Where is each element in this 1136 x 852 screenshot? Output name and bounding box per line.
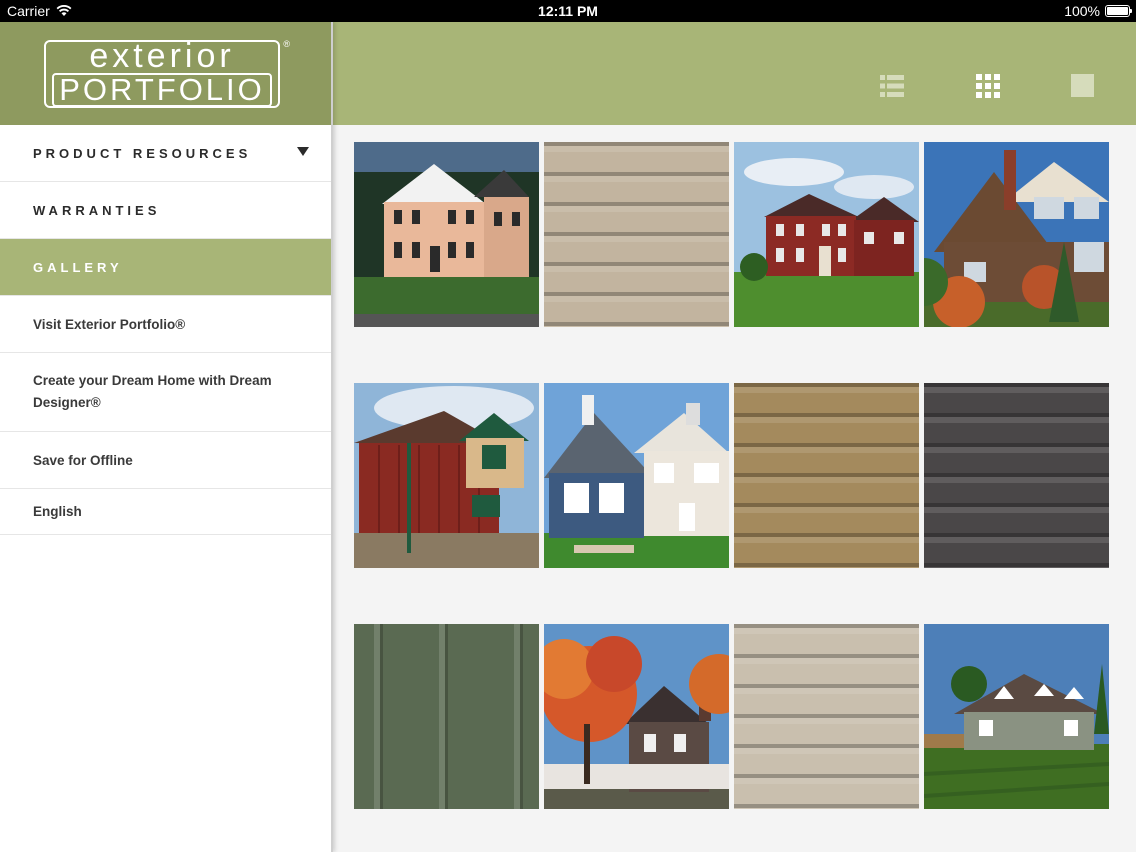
clock: 12:11 PM [538,3,598,19]
menu-warranties[interactable]: WARRANTIES [0,182,331,239]
caret-down-icon [297,147,309,156]
menu-gallery[interactable]: GALLERY [0,239,331,296]
gallery-tile-tan-siding[interactable] [734,383,919,568]
colonial-peach-house-image [354,142,539,327]
menu-product-resources-label: PRODUCT RESOURCES [33,145,252,161]
tan-siding-image [734,383,919,568]
gallery-tile-colonial-peach-house[interactable] [354,142,539,327]
menu-language[interactable]: English [0,489,331,535]
single-view-icon [1071,74,1094,97]
gallery-tile-beige-siding[interactable] [544,142,729,327]
single-view-button[interactable] [1071,74,1095,98]
gallery-tile-autumn-victorian-house[interactable] [544,624,729,809]
battery-icon [1105,5,1132,17]
menu-visit-label: Visit Exterior Portfolio® [33,316,186,332]
menu-save-offline[interactable]: Save for Offline [0,432,331,489]
sidebar-menu: ® exterior PORTFOLIO PRODUCT RESOURCES W… [0,22,333,852]
grid-view-button[interactable] [976,74,1000,98]
light-beige-siding-image [734,624,919,809]
status-bar: Carrier 12:11 PM 100% [0,0,1136,22]
gallery-tile-green-board-batten[interactable] [354,624,539,809]
menu-offline-label: Save for Offline [33,452,133,468]
menu-dream-designer[interactable]: Create your Dream Home with Dream Design… [0,353,331,432]
menu-warranties-label: WARRANTIES [33,202,161,218]
menu-product-resources[interactable]: PRODUCT RESOURCES [0,125,331,182]
gallery-tile-light-beige-siding[interactable] [734,624,919,809]
grid-view-icon [976,74,1000,98]
list-view-button[interactable] [880,74,904,98]
beige-siding-image [544,142,729,327]
menu-gallery-label: GALLERY [33,259,123,275]
menu-visit-exterior-portfolio[interactable]: Visit Exterior Portfolio® [0,296,331,353]
top-toolbar [333,22,1136,125]
autumn-victorian-house-image [544,624,729,809]
craftsman-house-image [924,142,1109,327]
logo-registered-mark: ® [283,39,290,49]
gallery-tile-gray-cape-cod-house[interactable] [924,624,1109,809]
gallery-tile-red-brick-house[interactable] [734,142,919,327]
logo-line-1: exterior [89,37,235,75]
gray-cape-cod-house-image [924,624,1109,809]
gallery-tile-craftsman-house[interactable] [924,142,1109,327]
red-brick-house-image [734,142,919,327]
menu-language-label: English [33,504,82,519]
gallery-tile-blue-house[interactable] [544,383,729,568]
gallery-tile-red-barn-house[interactable] [354,383,539,568]
battery-indicator: 100% [1064,3,1132,19]
logo-line-2: PORTFOLIO [52,73,272,107]
blue-house-image [544,383,729,568]
battery-percent: 100% [1064,3,1100,19]
exterior-portfolio-logo: ® exterior PORTFOLIO [44,37,290,108]
green-board-batten-image [354,624,539,809]
logo-header: ® exterior PORTFOLIO [0,22,331,125]
gallery-tile-charcoal-siding[interactable] [924,383,1109,568]
charcoal-siding-image [924,383,1109,568]
menu-dream-label: Create your Dream Home with Dream Design… [33,373,272,410]
red-barn-house-image [354,383,539,568]
list-view-icon [880,75,904,97]
